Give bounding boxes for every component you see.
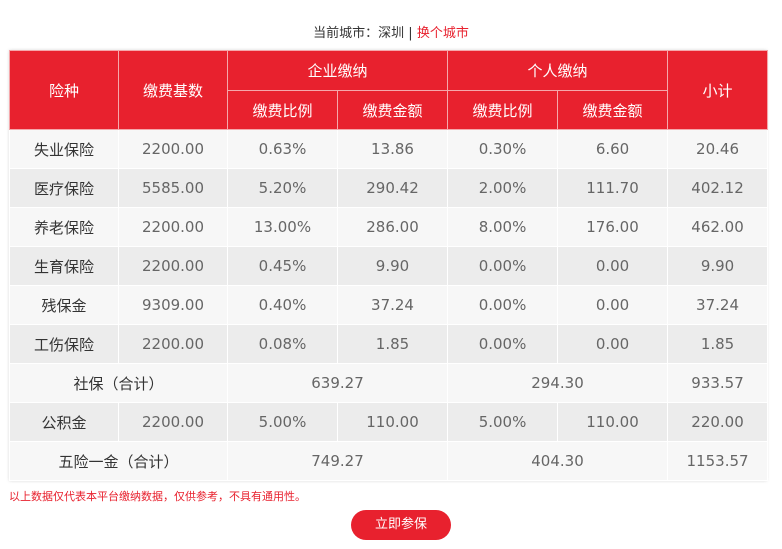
fund-company-rate: 5.00% (227, 402, 338, 442)
table-row: 养老保险 2200.00 13.00% 286.00 8.00% 176.00 … (9, 207, 769, 247)
row-subtotal: 20.46 (667, 129, 769, 169)
header-company-rate: 缴费比例 (227, 90, 338, 130)
grand-total-company: 749.27 (226, 441, 449, 481)
city-label: 当前城市： (313, 26, 379, 41)
row-base: 2200.00 (118, 246, 228, 286)
row-company-amount: 290.42 (336, 168, 449, 208)
disclaimer-note: 以上数据仅代表本平台缴纳数据，仅供参考，不具有通用性。 (9, 490, 306, 503)
row-company-amount: 286.00 (336, 207, 449, 247)
row-company-rate: 0.63% (227, 129, 338, 169)
table-row: 失业保险 2200.00 0.63% 13.86 0.30% 6.60 20.4… (9, 129, 769, 169)
row-personal-rate: 8.00% (447, 207, 559, 247)
fund-company-amount: 110.00 (336, 402, 449, 442)
grand-total-label: 五险一金（合计） (9, 441, 228, 481)
row-name: 残保金 (9, 285, 119, 325)
row-subtotal: 462.00 (667, 207, 769, 247)
row-company-amount: 9.90 (336, 246, 449, 286)
row-personal-rate: 0.00% (447, 285, 559, 325)
row-name: 工伤保险 (9, 324, 119, 364)
row-subtotal: 402.12 (667, 168, 769, 208)
social-total-subtotal: 933.57 (667, 363, 769, 403)
city-separator: | (404, 26, 417, 41)
fund-personal-amount: 110.00 (557, 402, 669, 442)
row-name: 生育保险 (9, 246, 119, 286)
row-company-amount: 37.24 (336, 285, 449, 325)
social-total-row: 社保（合计） 639.27 294.30 933.57 (9, 363, 769, 403)
grand-total-row: 五险一金（合计） 749.27 404.30 1153.57 (9, 441, 769, 481)
row-subtotal: 9.90 (667, 246, 769, 286)
row-personal-amount: 6.60 (557, 129, 669, 169)
city-name: 深圳 (378, 26, 405, 41)
row-base: 2200.00 (118, 324, 228, 364)
row-personal-amount: 176.00 (557, 207, 669, 247)
row-name: 医疗保险 (9, 168, 119, 208)
fund-row: 公积金 2200.00 5.00% 110.00 5.00% 110.00 22… (9, 402, 769, 442)
fund-name: 公积金 (9, 402, 119, 442)
row-company-rate: 0.45% (227, 246, 338, 286)
header-personal-amount: 缴费金额 (557, 90, 669, 130)
row-personal-amount: 111.70 (557, 168, 669, 208)
row-company-amount: 1.85 (336, 324, 449, 364)
row-base: 9309.00 (118, 285, 228, 325)
fund-subtotal: 220.00 (667, 402, 769, 442)
row-personal-amount: 0.00 (557, 324, 669, 364)
row-name: 失业保险 (9, 129, 119, 169)
header-personal-rate: 缴费比例 (447, 90, 559, 130)
row-subtotal: 37.24 (667, 285, 769, 325)
social-total-company: 639.27 (226, 363, 449, 403)
fund-personal-rate: 5.00% (447, 402, 559, 442)
row-personal-rate: 0.00% (447, 324, 559, 364)
header-base: 缴费基数 (118, 50, 228, 130)
enroll-now-button[interactable]: 立即参保 (351, 510, 451, 540)
row-company-rate: 0.08% (227, 324, 338, 364)
social-total-label: 社保（合计） (9, 363, 228, 403)
grand-total-personal: 404.30 (447, 441, 669, 481)
row-company-amount: 13.86 (336, 129, 449, 169)
header-company: 企业缴纳 (226, 50, 449, 91)
insurance-table-container: 险种 缴费基数 企业缴纳 个人缴纳 小计 缴费比例 缴费金额 缴费比例 缴费金额… (9, 50, 769, 481)
change-city-link[interactable]: 换个城市 (417, 26, 469, 41)
insurance-table: 险种 缴费基数 企业缴纳 个人缴纳 小计 缴费比例 缴费金额 缴费比例 缴费金额… (9, 50, 769, 481)
row-personal-amount: 0.00 (557, 246, 669, 286)
header-personal: 个人缴纳 (447, 50, 669, 91)
row-personal-rate: 0.30% (447, 129, 559, 169)
social-total-personal: 294.30 (447, 363, 669, 403)
header-type: 险种 (9, 50, 119, 130)
header-company-amount: 缴费金额 (336, 90, 449, 130)
row-base: 2200.00 (118, 129, 228, 169)
row-company-rate: 0.40% (227, 285, 338, 325)
row-subtotal: 1.85 (667, 324, 769, 364)
row-personal-rate: 0.00% (447, 246, 559, 286)
table-row: 工伤保险 2200.00 0.08% 1.85 0.00% 0.00 1.85 (9, 324, 769, 364)
row-personal-amount: 0.00 (557, 285, 669, 325)
row-base: 5585.00 (118, 168, 228, 208)
current-city-bar: 当前城市：深圳 | 换个城市 (0, 22, 782, 41)
row-name: 养老保险 (9, 207, 119, 247)
table-row: 医疗保险 5585.00 5.20% 290.42 2.00% 111.70 4… (9, 168, 769, 208)
grand-total-subtotal: 1153.57 (667, 441, 769, 481)
row-personal-rate: 2.00% (447, 168, 559, 208)
table-row: 生育保险 2200.00 0.45% 9.90 0.00% 0.00 9.90 (9, 246, 769, 286)
fund-base: 2200.00 (118, 402, 228, 442)
row-company-rate: 5.20% (227, 168, 338, 208)
table-row: 残保金 9309.00 0.40% 37.24 0.00% 0.00 37.24 (9, 285, 769, 325)
row-base: 2200.00 (118, 207, 228, 247)
header-subtotal: 小计 (667, 50, 769, 130)
row-company-rate: 13.00% (227, 207, 338, 247)
